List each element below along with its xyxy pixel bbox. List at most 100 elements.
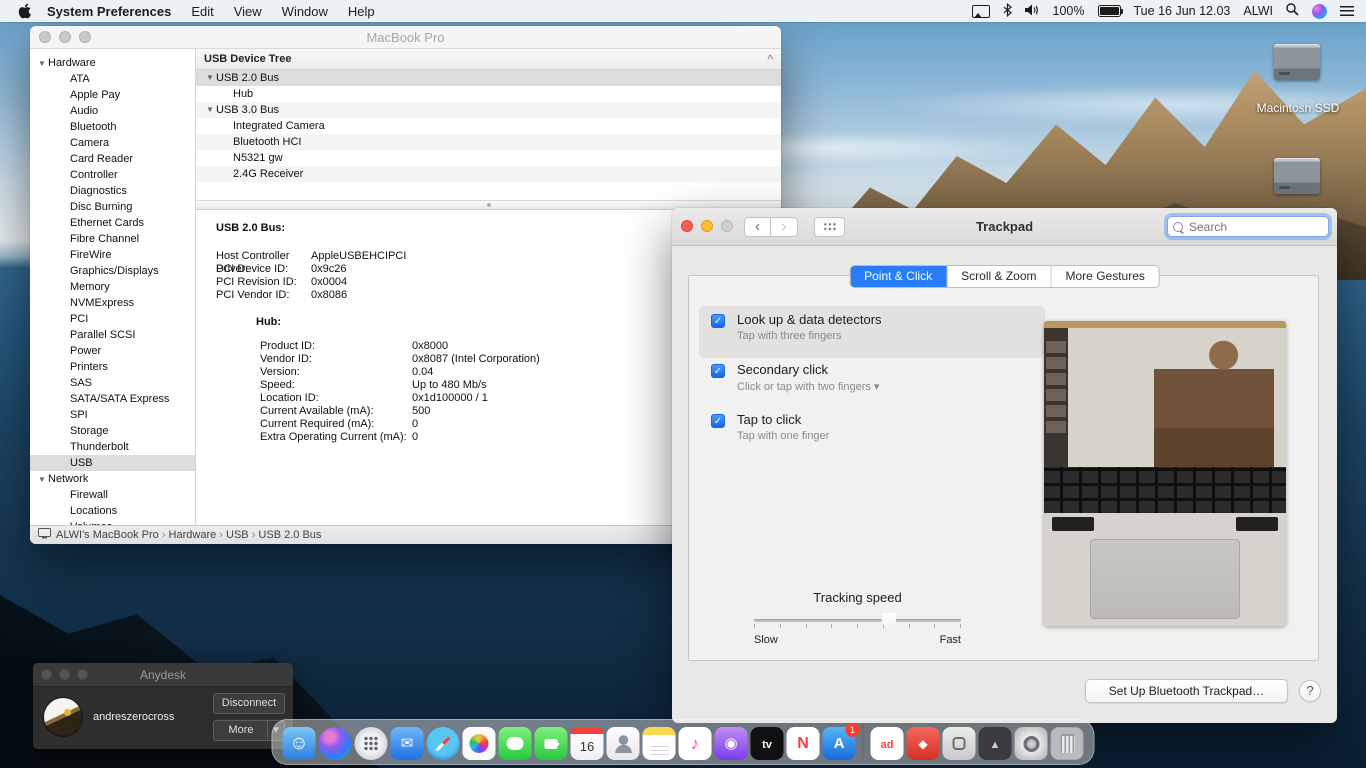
- sidebar-item-bluetooth[interactable]: Bluetooth: [30, 119, 195, 135]
- dock-icon-contacts[interactable]: [607, 727, 640, 760]
- option-sublabel[interactable]: Tap with three fingers: [737, 330, 842, 342]
- dock-icon-anydesk[interactable]: [871, 727, 904, 760]
- sidebar-item-spi[interactable]: SPI: [30, 407, 195, 423]
- menu-help[interactable]: Help: [348, 4, 375, 19]
- sidebar-item-disc-burning[interactable]: Disc Burning: [30, 199, 195, 215]
- sidebar-item-nvmexpress[interactable]: NVMExpress: [30, 295, 195, 311]
- dock-icon-launchpad[interactable]: [355, 727, 388, 760]
- tab-more-gestures[interactable]: More Gestures: [1052, 266, 1159, 287]
- dock-icon-app-dark[interactable]: [979, 727, 1012, 760]
- battery-icon[interactable]: [1098, 5, 1121, 17]
- sidebar-item-hardware[interactable]: ▼Hardware: [30, 55, 195, 71]
- zoom-button[interactable]: [77, 669, 88, 680]
- option-sublabel[interactable]: Tap with one finger: [737, 430, 829, 442]
- sidebar-item-power[interactable]: Power: [30, 343, 195, 359]
- tracking-speed-slider[interactable]: [754, 612, 961, 630]
- dock-icon-tv[interactable]: [751, 727, 784, 760]
- option-tap-to-click[interactable]: Tap to click Tap with one finger: [703, 409, 1039, 455]
- disconnect-button[interactable]: Disconnect: [213, 693, 285, 714]
- external-drive-icon[interactable]: [1274, 158, 1320, 194]
- close-button[interactable]: [39, 31, 51, 43]
- crumb-usb[interactable]: USB: [226, 529, 258, 541]
- minimize-button[interactable]: [59, 669, 70, 680]
- sidebar-item-diagnostics[interactable]: Diagnostics: [30, 183, 195, 199]
- option-sublabel[interactable]: Click or tap with two fingers ▾: [737, 380, 879, 393]
- disclosure-triangle-icon[interactable]: [223, 118, 233, 134]
- tree-row-bluetooth-hci[interactable]: Bluetooth HCI: [196, 134, 781, 150]
- search-input[interactable]: [1187, 219, 1323, 235]
- sidebar-item-card-reader[interactable]: Card Reader: [30, 151, 195, 167]
- macintosh-ssd-drive-icon[interactable]: [1274, 44, 1320, 80]
- sidebar-item-ata[interactable]: ATA: [30, 71, 195, 87]
- tree-row-usb-3-0-bus[interactable]: ▼USB 3.0 Bus: [196, 102, 781, 118]
- sidebar-item-firewall[interactable]: Firewall: [30, 487, 195, 503]
- back-button[interactable]: [744, 217, 771, 237]
- search-field[interactable]: [1167, 216, 1329, 237]
- bluetooth-icon[interactable]: [1003, 3, 1012, 20]
- disclosure-triangle-icon[interactable]: ▼: [206, 102, 216, 118]
- dock-icon-news[interactable]: [787, 727, 820, 760]
- sysinfo-titlebar[interactable]: MacBook Pro: [30, 26, 781, 49]
- trackpad-titlebar[interactable]: Trackpad: [672, 208, 1337, 246]
- crumb-usb-2-0-bus[interactable]: USB 2.0 Bus: [258, 529, 321, 541]
- dock-icon-music[interactable]: [679, 727, 712, 760]
- sidebar-item-locations[interactable]: Locations: [30, 503, 195, 519]
- apple-menu-icon[interactable]: [18, 3, 31, 19]
- checkbox[interactable]: [711, 364, 725, 378]
- dock-icon-app-red[interactable]: [907, 727, 940, 760]
- dock-icon-facetime[interactable]: [535, 727, 568, 760]
- sidebar-item-usb[interactable]: USB: [30, 455, 195, 471]
- menubar-clock[interactable]: Tue 16 Jun 12.03: [1134, 4, 1231, 18]
- sidebar-item-controller[interactable]: Controller: [30, 167, 195, 183]
- dock-icon-finder[interactable]: [283, 727, 316, 760]
- crumb-alwi-s-macbook-pro[interactable]: ALWI's MacBook Pro: [56, 529, 169, 541]
- app-menu-title[interactable]: System Preferences: [47, 4, 171, 19]
- sidebar-item-audio[interactable]: Audio: [30, 103, 195, 119]
- sidebar-item-ethernet-cards[interactable]: Ethernet Cards: [30, 215, 195, 231]
- tab-point-click[interactable]: Point & Click: [850, 266, 947, 287]
- help-button[interactable]: ?: [1299, 680, 1321, 702]
- dock-icon-calendar[interactable]: 16: [571, 727, 604, 760]
- sidebar-item-camera[interactable]: Camera: [30, 135, 195, 151]
- disclosure-triangle-icon[interactable]: [223, 166, 233, 182]
- dock-icon-safari[interactable]: [427, 727, 460, 760]
- sidebar-item-sata-sata-express[interactable]: SATA/SATA Express: [30, 391, 195, 407]
- disclosure-triangle-icon[interactable]: ▼: [206, 70, 216, 86]
- sidebar-item-printers[interactable]: Printers: [30, 359, 195, 375]
- menu-edit[interactable]: Edit: [191, 4, 213, 19]
- close-button[interactable]: [41, 669, 52, 680]
- checkbox[interactable]: [711, 414, 725, 428]
- dock-icon-trash[interactable]: [1051, 727, 1084, 760]
- sidebar-item-pci[interactable]: PCI: [30, 311, 195, 327]
- dock-icon-mail[interactable]: [391, 727, 424, 760]
- forward-button[interactable]: [771, 217, 798, 237]
- disclosure-triangle-icon[interactable]: [223, 134, 233, 150]
- menu-view[interactable]: View: [234, 4, 262, 19]
- sidebar-item-sas[interactable]: SAS: [30, 375, 195, 391]
- siri-icon[interactable]: [1312, 4, 1327, 19]
- sidebar-item-fibre-channel[interactable]: Fibre Channel: [30, 231, 195, 247]
- user-menu[interactable]: ALWI: [1243, 4, 1273, 18]
- set-up-bluetooth-trackpad-button[interactable]: Set Up Bluetooth Trackpad…: [1085, 679, 1288, 703]
- dock-icon-separator[interactable]: [863, 724, 864, 760]
- disclosure-triangle-icon[interactable]: [223, 86, 233, 102]
- tree-row-2-4g-receiver[interactable]: 2.4G Receiver: [196, 166, 781, 182]
- disclosure-triangle-icon[interactable]: [223, 150, 233, 166]
- dock-icon-podcasts[interactable]: [715, 727, 748, 760]
- sidebar-item-firewire[interactable]: FireWire: [30, 247, 195, 263]
- sidebar-item-memory[interactable]: Memory: [30, 279, 195, 295]
- dock-icon-app-store[interactable]: 1: [823, 727, 856, 760]
- sidebar-item-apple-pay[interactable]: Apple Pay: [30, 87, 195, 103]
- notification-center-icon[interactable]: [1340, 6, 1354, 16]
- spotlight-icon[interactable]: [1286, 3, 1299, 19]
- dock-icon-automator[interactable]: [943, 727, 976, 760]
- crumb-hardware[interactable]: Hardware: [169, 529, 226, 541]
- show-all-button[interactable]: [814, 217, 845, 237]
- dock-icon-siri[interactable]: [319, 727, 352, 760]
- dock-icon-messages[interactable]: [499, 727, 532, 760]
- collapse-chevron-icon[interactable]: [767, 49, 773, 69]
- dock-icon-photos[interactable]: [463, 727, 496, 760]
- sidebar-item-graphics-displays[interactable]: Graphics/Displays: [30, 263, 195, 279]
- tree-row-hub[interactable]: Hub: [196, 86, 781, 102]
- sidebar-item-thunderbolt[interactable]: Thunderbolt: [30, 439, 195, 455]
